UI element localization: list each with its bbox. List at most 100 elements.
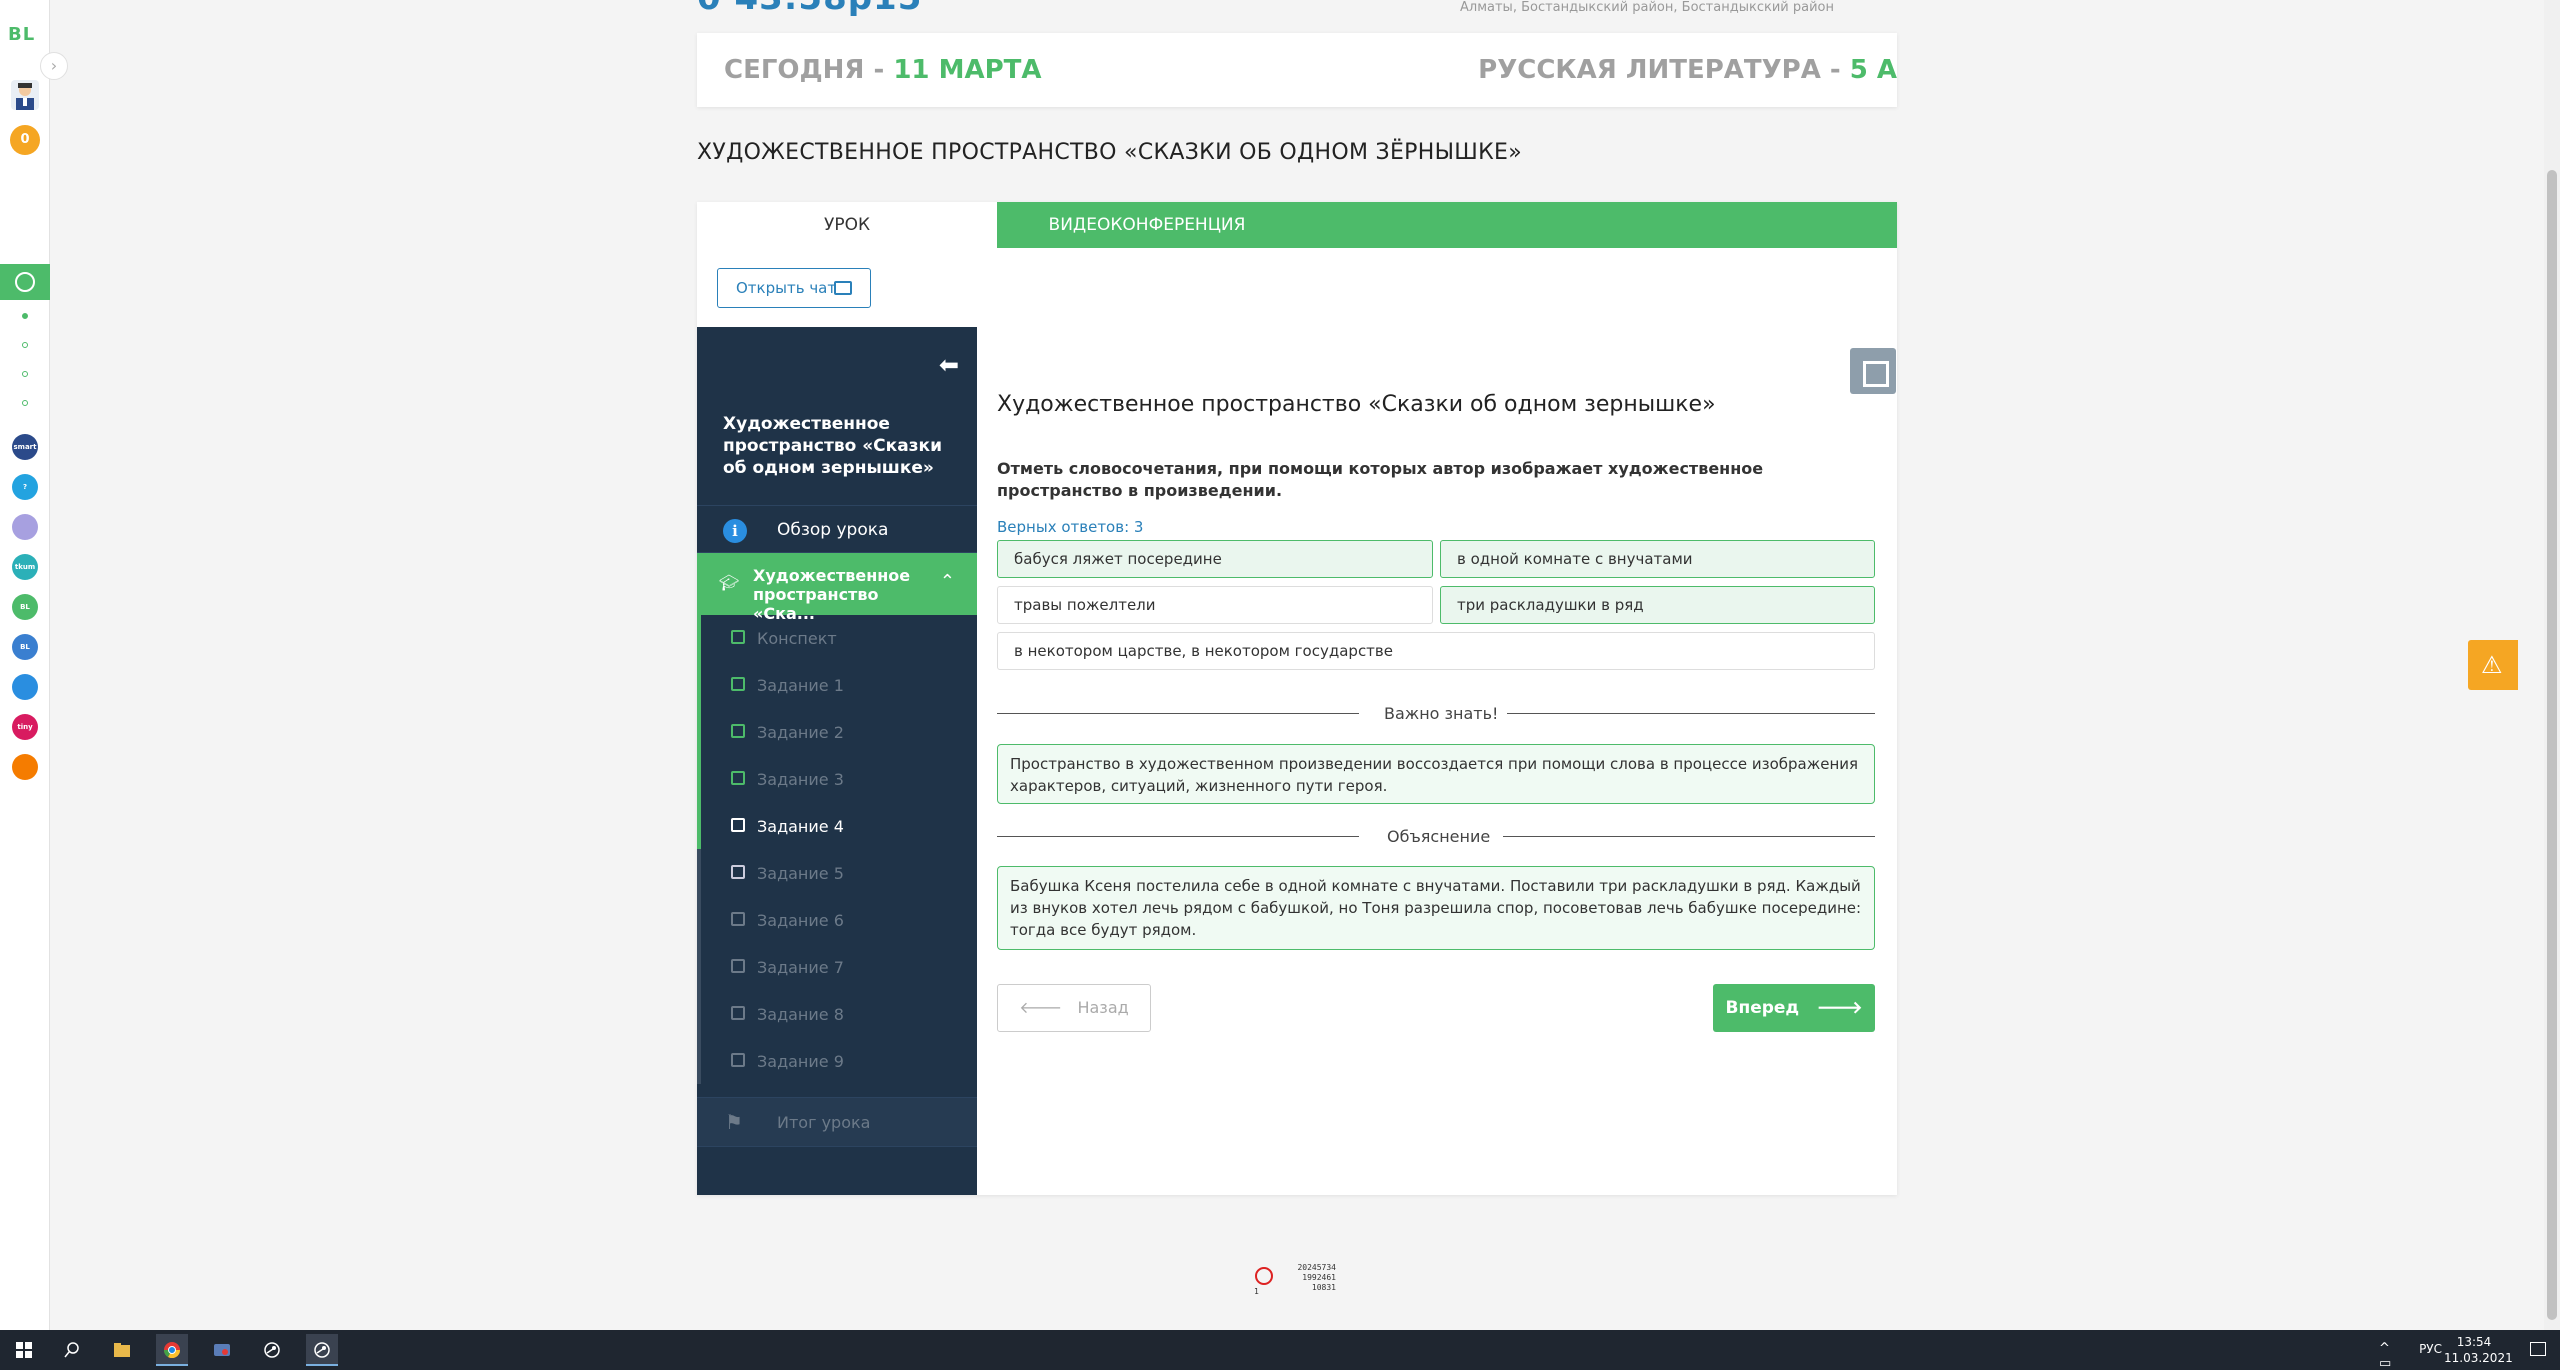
sidebar-item-task-1[interactable]: Задание 1 (701, 662, 977, 709)
rail-subitem-1[interactable] (22, 313, 28, 319)
rail-app-icon[interactable] (12, 674, 38, 700)
clock-time: 13:54 (2456, 1335, 2492, 1349)
start-button[interactable] (8, 1334, 40, 1366)
chevron-up-icon[interactable]: ⌃ (940, 571, 955, 592)
taskbar-explorer[interactable] (106, 1334, 138, 1366)
subject-class: РУССКАЯ ЛИТЕРАТУРА - 5 А (1297, 55, 1897, 85)
taskbar-steam[interactable] (256, 1334, 288, 1366)
page-scrollbar[interactable] (2544, 0, 2560, 1330)
counter-extra: 1 (1254, 1287, 1259, 1296)
taskbar-chrome[interactable] (156, 1334, 188, 1366)
sidebar-item-task-8[interactable]: Задание 8 (701, 991, 977, 1038)
next-label: Вперед (1725, 998, 1800, 1018)
info-icon: i (723, 519, 747, 543)
flag-icon: ⚑ (725, 1110, 743, 1134)
sidebar-item-summary[interactable]: Конспект (701, 615, 977, 662)
sidebar-item-label: Задание 9 (757, 1052, 844, 1071)
rail-app-icon[interactable]: smart (12, 434, 38, 460)
divider (1507, 713, 1875, 714)
chat-icon (834, 281, 852, 295)
rail-app-icon[interactable]: ? (12, 474, 38, 500)
expand-rail-button[interactable]: › (40, 52, 68, 80)
sidebar-item-task-3[interactable]: Задание 3 (701, 756, 977, 803)
answer-option[interactable]: в некотором царстве, в некотором государ… (997, 632, 1875, 670)
divider (1503, 836, 1875, 837)
back-button[interactable]: 🡐︎ Назад (997, 984, 1151, 1032)
correct-answers-count: Верных ответов: 3 (997, 518, 1144, 536)
rail-subitem-3[interactable] (22, 371, 28, 377)
back-arrow-icon[interactable]: ⬅ (939, 351, 959, 379)
sidebar-item-task-9[interactable]: Задание 9 (701, 1038, 977, 1085)
sidebar-item-task-4[interactable]: Задание 4 (701, 803, 977, 850)
lesson-panel: УРОК ВИДЕОКОНФЕРЕНЦИЯ Открыть чат ⬅ Худо… (697, 202, 1897, 1195)
tab-lesson[interactable]: УРОК (697, 202, 997, 248)
coins-badge[interactable]: 0 (10, 125, 40, 155)
language-indicator[interactable]: РУС (2419, 1342, 2442, 1356)
tab-videoconference[interactable]: ВИДЕОКОНФЕРЕНЦИЯ (997, 202, 1297, 248)
answer-option[interactable]: три раскладушки в ряд (1440, 586, 1875, 624)
sidebar-item-task-5[interactable]: Задание 5 (701, 850, 977, 897)
sidebar-items: Конспект Задание 1 Задание 2 Задание 3 З… (697, 615, 977, 1085)
edit-icon (731, 959, 745, 973)
app-logo[interactable]: BL (8, 24, 35, 45)
today-label: СЕГОДНЯ - (724, 55, 894, 85)
sidebar-item-task-6[interactable]: Задание 6 (701, 897, 977, 944)
divider (997, 836, 1359, 837)
avatar[interactable] (11, 80, 39, 110)
globe-icon (15, 272, 35, 292)
book-icon (731, 630, 745, 644)
tray-icons[interactable]: ^ ▭ ◁) (2379, 1341, 2410, 1370)
sidebar-item-task-7[interactable]: Задание 7 (701, 944, 977, 991)
rail-app-icon[interactable] (12, 514, 38, 540)
folder-icon (114, 1343, 130, 1357)
sidebar-item-label: Задание 1 (757, 676, 844, 695)
steam-icon (314, 1342, 330, 1358)
divider (997, 713, 1359, 714)
answer-option[interactable]: травы пожелтели (997, 586, 1433, 624)
sidebar-item-label: Задание 6 (757, 911, 844, 930)
sidebar-item-label: Задание 7 (757, 958, 844, 977)
explanation-note: Бабушка Ксеня постелила себе в одной ком… (997, 866, 1875, 950)
rail-app-icon[interactable]: tiny (12, 714, 38, 740)
task-question: Отметь словосочетания, при помощи которы… (997, 459, 1764, 500)
rail-app-icon[interactable]: tkum (12, 554, 38, 580)
sidebar-item-label: Обзор урока (777, 520, 889, 540)
rail-app-icon[interactable] (12, 754, 38, 780)
sidebar-item-task-2[interactable]: Задание 2 (701, 709, 977, 756)
graduation-cap-icon: 🎓︎ (719, 573, 740, 592)
class-value: 5 А (1849, 55, 1897, 85)
taskbar-clock[interactable]: 13:54 11.03.2021 (2444, 1334, 2513, 1366)
answer-option[interactable]: в одной комнате с внучатами (1440, 540, 1875, 578)
edit-icon (731, 1006, 745, 1020)
tab-bar: УРОК ВИДЕОКОНФЕРЕНЦИЯ (697, 202, 1897, 248)
fullscreen-button[interactable] (1850, 348, 1896, 394)
sidebar-item-label: Задание 5 (757, 864, 844, 883)
answer-option[interactable]: бабуся ляжет посередине (997, 540, 1433, 578)
today-value: 11 МАРТА (893, 55, 1042, 85)
counter-line: 20245734 (1297, 1263, 1336, 1272)
counter-values: 20245734 1992461 10831 (1292, 1263, 1336, 1293)
sidebar-item-label: Конспект (757, 629, 837, 648)
taskbar-app[interactable] (206, 1334, 238, 1366)
windows-icon (16, 1342, 32, 1358)
sidebar-item-label: Задание 3 (757, 770, 844, 789)
report-problem-button[interactable]: ⚠ (2468, 640, 2518, 690)
sidebar-section-current[interactable]: 🎓︎ Художественное пространство «Ска... ⌃ (697, 553, 977, 623)
search-button[interactable] (56, 1334, 88, 1366)
counter-line: 1992461 (1302, 1273, 1336, 1282)
notifications-icon[interactable] (2530, 1342, 2546, 1356)
arrow-right-icon: 🡒︎ (1799, 998, 1863, 1018)
rail-app-icon[interactable]: BL (12, 594, 38, 620)
next-button[interactable]: Вперед 🡒︎ (1713, 984, 1875, 1032)
rail-item-lessons[interactable] (0, 264, 50, 300)
open-chat-button[interactable]: Открыть чат (717, 268, 871, 308)
sidebar-item-label: Задание 2 (757, 723, 844, 742)
rail-subitem-2[interactable] (22, 342, 28, 348)
taskbar-steam-2[interactable] (306, 1334, 338, 1366)
rail-subitem-4[interactable] (22, 400, 28, 406)
steam-icon (264, 1342, 280, 1358)
rail-app-icon[interactable]: BL (12, 634, 38, 660)
sidebar-item-overview[interactable]: i Обзор урока (697, 505, 977, 553)
scrollbar-thumb[interactable] (2547, 170, 2557, 1320)
sidebar-item-final[interactable]: ⚑ Итог урока (697, 1097, 977, 1147)
